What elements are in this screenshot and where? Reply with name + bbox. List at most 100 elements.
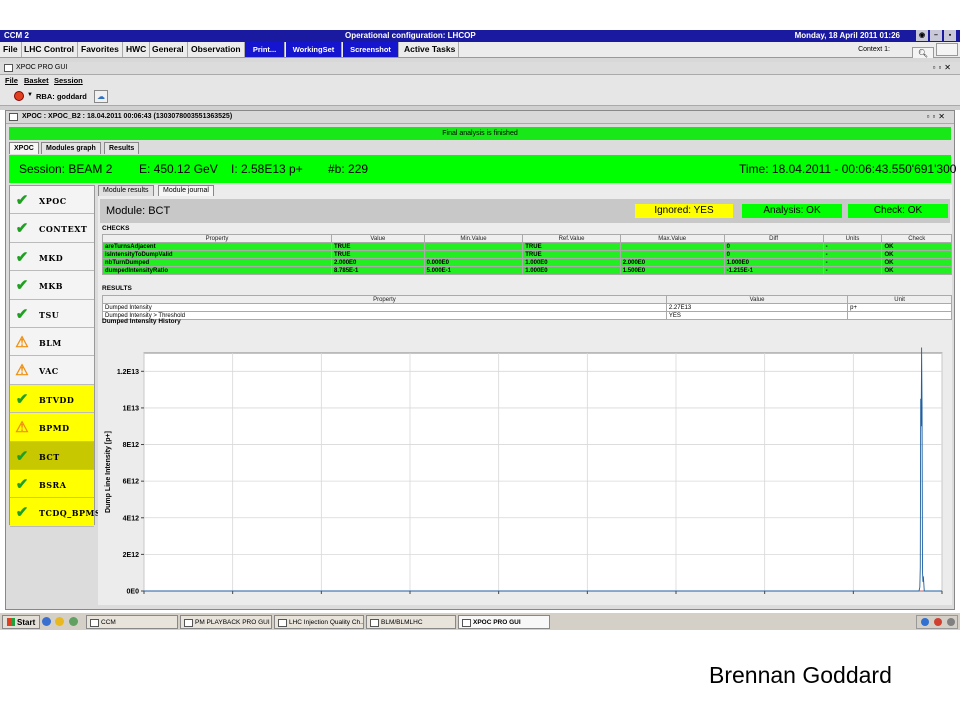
ccm-title-bar: CCM 2 Operational configuration: LHCOP M… — [0, 30, 960, 42]
results-cell: YES — [665, 311, 849, 320]
module-list: ✔ XPOC ✔ CONTEXT ✔ MKD ✔ MKB ✔ TSU ⚠ BLM ⚠ VAC ✔ BTVDD ⚠… — [9, 185, 101, 527]
task-blm[interactable]: BLM/BLMLHC — [366, 615, 456, 629]
tab-module-journal[interactable]: Module journal — [158, 185, 214, 196]
module-item-mkd[interactable]: ✔ MKD — [10, 243, 94, 272]
warning-icon: ⚠ — [15, 418, 29, 437]
checkmark-icon: ✔ — [15, 389, 29, 408]
results-column-header[interactable]: Value — [665, 295, 849, 304]
windows-logo-icon — [7, 618, 15, 626]
pro-gui-menu-bar: File Basket Session — [0, 75, 960, 87]
task-lhc-injection[interactable]: LHC Injection Quality Ch... — [274, 615, 364, 629]
task-xpoc-pro-gui[interactable]: XPOC PRO GUI — [458, 615, 550, 629]
module-item-vac[interactable]: ⚠ VAC — [10, 356, 94, 385]
module-item-tcdq_bpms[interactable]: ✔ TCDQ_BPMS — [10, 498, 101, 527]
module-item-mkb[interactable]: ✔ MKB — [10, 271, 94, 300]
menu-lhc-control[interactable]: LHC Control — [21, 42, 79, 57]
ie-icon[interactable] — [42, 617, 51, 626]
tab-modules-graph[interactable]: Modules graph — [41, 142, 101, 154]
plot-area — [143, 352, 943, 592]
checks-cell — [423, 250, 524, 259]
table-row[interactable]: Dumped Intensity 2.27E13 p+ — [102, 303, 952, 312]
context-selector[interactable]: Context 1: — [858, 42, 890, 57]
screenshot-button[interactable]: Screenshot — [343, 42, 399, 57]
basket-icon[interactable]: ☁ — [94, 90, 108, 103]
module-item-xpoc[interactable]: ✔ XPOC — [10, 186, 94, 215]
tab-module-results[interactable]: Module results — [98, 185, 154, 196]
session-time: Time: 18.04.2011 - 00:06:43.550'691'300 — [739, 162, 957, 176]
dropdown-arrow-icon[interactable]: ▼ — [27, 92, 33, 98]
settings-icon[interactable]: ◉ — [916, 30, 928, 41]
checkmark-icon: ✔ — [15, 191, 29, 209]
menu-favorites[interactable]: Favorites — [78, 42, 123, 57]
checks-cell: TRUE — [331, 250, 425, 259]
task-ccm[interactable]: CCM — [86, 615, 178, 629]
checks-cell: - — [822, 242, 883, 251]
checks-cell: 1.000E0 — [522, 266, 621, 275]
module-content: Module results Module journal Module: BC… — [98, 185, 952, 605]
window-controls-icon[interactable]: ▫▫✕ — [933, 63, 954, 72]
pro-gui-toolbar: ▼ RBA: goddard ☁ — [0, 87, 960, 106]
results-column-header[interactable]: Property — [102, 295, 667, 304]
checks-column-header[interactable]: Min.Value — [423, 234, 524, 243]
checks-cell: isIntensityToDumpValid — [101, 250, 333, 259]
table-row[interactable]: nbTurnDumped 2.000E0 0.000E0 1.000E0 2.000E0… — [101, 258, 952, 267]
checks-column-header[interactable]: Value — [331, 234, 425, 243]
module-item-bsra[interactable]: ✔ BSRA — [10, 470, 94, 499]
tab-xpoc[interactable]: XPOC — [9, 142, 39, 154]
minimize-icon[interactable]: – — [930, 30, 942, 41]
table-row[interactable]: areTurnsAdjacent TRUE TRUE 0- OK — [101, 242, 952, 251]
pro-menu-file[interactable]: File — [5, 76, 18, 85]
help-icon[interactable] — [921, 618, 929, 626]
checks-column-header[interactable]: Property — [101, 234, 333, 243]
workingset-button[interactable]: WorkingSet — [286, 42, 342, 57]
close-icon[interactable]: ▪ — [944, 30, 956, 41]
table-row[interactable]: Dumped Intensity > Threshold YES — [102, 311, 952, 320]
pro-menu-session[interactable]: Session — [54, 76, 83, 85]
table-row[interactable]: isIntensityToDumpValid TRUE TRUE 0- OK — [101, 250, 952, 259]
checks-column-header[interactable]: Ref.Value — [522, 234, 621, 243]
network-icon[interactable] — [947, 618, 955, 626]
module-label: BTVDD — [39, 394, 75, 405]
module-label: BPMD — [39, 423, 70, 434]
folder-icon[interactable] — [55, 617, 64, 626]
module-label: MKB — [39, 281, 64, 292]
results-cell: p+ — [847, 303, 952, 312]
results-column-header[interactable]: Unit — [847, 295, 952, 304]
blank-button[interactable] — [936, 43, 958, 56]
module-label: BSRA — [39, 480, 67, 490]
checks-column-header[interactable]: Units — [822, 234, 883, 243]
checks-cell: 1.000E0 — [723, 258, 824, 267]
table-row[interactable]: dumpedIntensityRatio 8.785E-1 5.000E-1 1.00… — [101, 266, 952, 275]
module-item-bct[interactable]: ✔ BCT — [10, 441, 94, 470]
module-item-bpmd[interactable]: ⚠ BPMD — [10, 413, 94, 442]
menu-observation[interactable]: Observation — [188, 42, 245, 57]
module-item-btvdd[interactable]: ✔ BTVDD — [10, 384, 94, 414]
print-button[interactable]: Print... — [245, 42, 285, 57]
menu-active-tasks[interactable]: Active Tasks — [401, 42, 460, 57]
module-item-tsu[interactable]: ✔ TSU — [10, 300, 94, 328]
module-item-blm[interactable]: ⚠ BLM — [10, 328, 94, 357]
menu-file[interactable]: File — [0, 42, 22, 57]
tab-results[interactable]: Results — [104, 142, 140, 154]
ignored-badge: Ignored: YES — [635, 204, 733, 218]
window-controls-icon[interactable]: ▫▫✕ — [927, 112, 948, 121]
rba-icon[interactable] — [14, 91, 24, 101]
menu-general[interactable]: General — [149, 42, 188, 57]
results-table: Property Value Unit Dumped Intensity 2.27E1… — [102, 295, 952, 320]
task-pm-playback[interactable]: PM PLAYBACK PRO GUI — [180, 615, 272, 629]
checks-column-header[interactable]: Diff — [723, 234, 824, 243]
pro-menu-basket[interactable]: Basket — [24, 76, 49, 85]
checks-column-header[interactable]: Check — [881, 234, 952, 243]
y-tick-label: 4E12 — [123, 515, 139, 522]
rba-user: RBA: goddard — [36, 92, 87, 101]
slide: CCM 2 Operational configuration: LHCOP M… — [0, 0, 960, 720]
module-item-context[interactable]: ✔ CONTEXT — [10, 214, 94, 243]
desktop-icon[interactable] — [69, 617, 78, 626]
alert-icon[interactable] — [934, 618, 942, 626]
module-label: XPOC — [39, 196, 67, 206]
menu-hwc[interactable]: HWC — [123, 42, 151, 57]
session-intensity: I: 2.58E13 p+ — [231, 162, 303, 176]
start-button[interactable]: Start — [2, 615, 41, 629]
session-name: Session: BEAM 2 — [19, 162, 113, 176]
checks-column-header[interactable]: Max.Value — [619, 234, 725, 243]
